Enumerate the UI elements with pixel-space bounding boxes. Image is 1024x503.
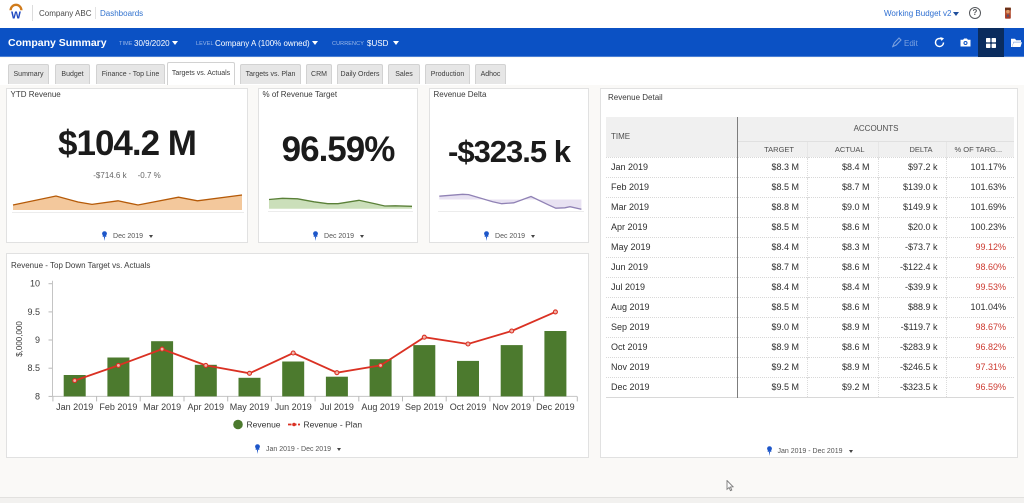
- svg-text:Jul 2019: Jul 2019: [320, 402, 354, 412]
- svg-text:$,000,000: $,000,000: [15, 321, 24, 357]
- svg-text:Dec 2019: Dec 2019: [536, 402, 575, 412]
- svg-text:9.5: 9.5: [27, 307, 40, 317]
- svg-text:Apr 2019: Apr 2019: [188, 402, 225, 412]
- svg-text:Edit: Edit: [904, 39, 919, 48]
- svg-text:Jan 2019: Jan 2019: [56, 402, 93, 412]
- svg-text:8: 8: [35, 391, 40, 401]
- svg-text:10: 10: [30, 279, 40, 289]
- svg-text:Revenue - Plan: Revenue - Plan: [304, 420, 363, 430]
- svg-text:Oct 2019: Oct 2019: [450, 402, 487, 412]
- svg-text:Sep 2019: Sep 2019: [405, 402, 444, 412]
- svg-text:Mar 2019: Mar 2019: [143, 402, 181, 412]
- svg-text:w: w: [10, 8, 21, 21]
- svg-text:Feb 2019: Feb 2019: [99, 402, 137, 412]
- svg-text:Aug 2019: Aug 2019: [361, 402, 400, 412]
- svg-text:May 2019: May 2019: [230, 402, 270, 412]
- svg-text:8.5: 8.5: [27, 363, 40, 373]
- svg-text:Revenue: Revenue: [247, 420, 281, 430]
- svg-text:Jun 2019: Jun 2019: [275, 402, 312, 412]
- svg-text:Nov 2019: Nov 2019: [492, 402, 531, 412]
- svg-text:9: 9: [35, 335, 40, 345]
